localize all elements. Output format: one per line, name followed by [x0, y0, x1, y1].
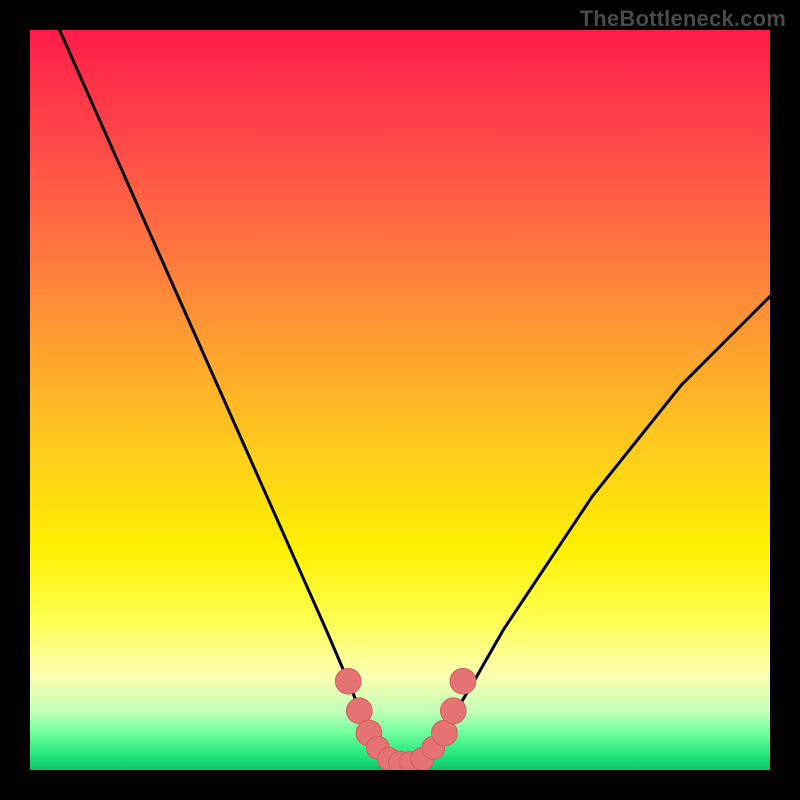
marker-group [335, 668, 475, 770]
curve-path [60, 30, 770, 763]
curve-marker [450, 668, 476, 694]
chart-svg [30, 30, 770, 770]
watermark-text: TheBottleneck.com [580, 6, 786, 32]
curve-marker [440, 698, 466, 724]
bottleneck-curve [60, 30, 770, 763]
plot-area [30, 30, 770, 770]
chart-frame: TheBottleneck.com [0, 0, 800, 800]
curve-marker [335, 668, 361, 694]
